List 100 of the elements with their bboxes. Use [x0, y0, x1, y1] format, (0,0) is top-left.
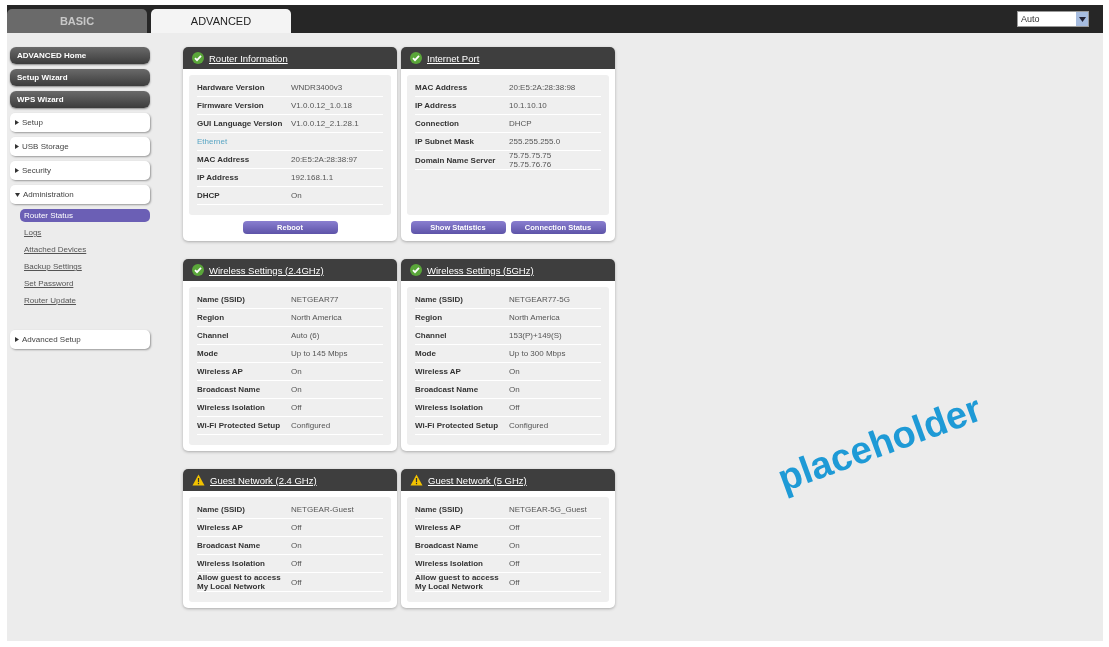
field-value: On	[509, 541, 520, 550]
caret-right-icon	[15, 337, 19, 342]
field-label: GUI Language Version	[197, 119, 284, 128]
field-label: Connection	[415, 119, 460, 128]
section-label: Security	[22, 166, 51, 175]
caret-down-icon	[15, 192, 20, 197]
field-label: IP Subnet Mask	[415, 137, 475, 146]
field-value: Auto (6)	[291, 331, 320, 340]
field-value: Off	[291, 559, 302, 568]
field-value: Configured	[509, 421, 549, 430]
menu-button[interactable]: ADVANCED Home	[10, 47, 150, 64]
field-value: 75.75.75.75 75.75.76.76	[509, 151, 552, 169]
section-label: Advanced Setup	[22, 335, 81, 344]
language-select[interactable]: Auto	[1017, 11, 1089, 27]
field-value: DHCP	[509, 119, 532, 128]
field-value: V1.0.0.12_2.1.28.1	[291, 119, 359, 128]
submenu-link[interactable]: Router Status	[20, 209, 150, 222]
menu-button[interactable]: WPS Wizard	[10, 91, 150, 108]
field-value: North America	[291, 313, 342, 322]
section-label: USB Storage	[22, 142, 69, 151]
field-label: Channel	[415, 331, 448, 340]
field-value: 20:E5:2A:28:38:98	[509, 83, 576, 92]
field-value: 10.1.10.10	[509, 101, 547, 110]
field-label: Domain Name Server	[415, 155, 497, 165]
field-value: On	[291, 385, 302, 394]
field-label: Broadcast Name	[415, 541, 480, 550]
field-label: Wireless Isolation	[197, 559, 266, 568]
field-label: Wireless Isolation	[197, 403, 266, 412]
field-label: IP Address	[415, 101, 458, 110]
field-value: NETGEAR77	[291, 295, 339, 304]
field-label: Name (SSID)	[415, 295, 464, 304]
field-value: 153(P)+149(S)	[509, 331, 562, 340]
field-label: DHCP	[197, 191, 221, 200]
field-label: Wireless AP	[415, 367, 462, 376]
menu-section[interactable]: Advanced Setup	[10, 330, 150, 349]
menu-button[interactable]: Setup Wizard	[10, 69, 150, 86]
submenu-link[interactable]: Set Password	[20, 277, 150, 290]
field-label: Wi-Fi Protected Setup	[197, 421, 282, 430]
field-value: Off	[509, 577, 520, 587]
card-title[interactable]: Wireless Settings (5GHz)	[427, 264, 534, 276]
field-label: MAC Address	[197, 155, 251, 164]
field-label: Wireless Isolation	[415, 403, 484, 412]
field-label: Mode	[415, 349, 437, 358]
menu-section[interactable]: Administration	[10, 185, 150, 204]
field-label: Firmware Version	[197, 101, 265, 110]
field-label: Name (SSID)	[415, 505, 464, 514]
field-label: IP Address	[197, 173, 240, 182]
submenu-link[interactable]: Router Update	[20, 294, 150, 307]
field-label: Broadcast Name	[197, 541, 262, 550]
field-value: Off	[509, 403, 520, 412]
section-heading: Ethernet	[197, 133, 383, 151]
field-value: On	[291, 191, 302, 200]
menu-section[interactable]: Setup	[10, 113, 150, 132]
field-label: Channel	[197, 331, 230, 340]
field-value: NETGEAR-5G_Guest	[509, 505, 587, 514]
field-label: Wireless Isolation	[415, 559, 484, 568]
submenu-link[interactable]: Logs	[20, 226, 150, 239]
field-value: On	[291, 541, 302, 550]
card-title[interactable]: Router Information	[209, 52, 288, 64]
field-label: Wi-Fi Protected Setup	[415, 421, 500, 430]
caret-right-icon	[15, 120, 19, 125]
field-label: Hardware Version	[197, 83, 266, 92]
field-value: Off	[509, 523, 520, 532]
field-label: Wireless AP	[197, 367, 244, 376]
menu-section[interactable]: USB Storage	[10, 137, 150, 156]
field-value: 20:E5:2A:28:38:97	[291, 155, 358, 164]
field-label: Name (SSID)	[197, 295, 246, 304]
field-value: Configured	[291, 421, 331, 430]
submenu-link[interactable]: Backup Settings	[20, 260, 150, 273]
field-value: Off	[291, 523, 302, 532]
field-label: Allow guest to access My Local Network	[197, 573, 282, 591]
card-title[interactable]: Guest Network (2.4 GHz)	[210, 474, 317, 486]
field-label: Wireless AP	[415, 523, 462, 532]
submenu-link[interactable]: Attached Devices	[20, 243, 150, 256]
card-title[interactable]: Guest Network (5 GHz)	[428, 474, 527, 486]
field-label: Name (SSID)	[197, 505, 246, 514]
field-value: NETGEAR77-5G	[509, 295, 570, 304]
field-label: Mode	[197, 349, 219, 358]
field-value: Off	[291, 403, 302, 412]
field-value: V1.0.0.12_1.0.18	[291, 101, 352, 110]
tab[interactable]: ADVANCED	[151, 9, 291, 33]
field-value: Up to 300 Mbps	[509, 349, 566, 358]
field-label: Region	[197, 313, 226, 322]
field-value: Off	[509, 559, 520, 568]
field-value: On	[509, 367, 520, 376]
field-label: Wireless AP	[197, 523, 244, 532]
menu-section[interactable]: Security	[10, 161, 150, 180]
field-label: MAC Address	[415, 83, 469, 92]
caret-right-icon	[15, 168, 19, 173]
dropdown-arrow-icon	[1078, 16, 1086, 22]
field-label: Broadcast Name	[197, 385, 262, 394]
field-value: North America	[509, 313, 560, 322]
field-value: On	[291, 367, 302, 376]
field-label: Broadcast Name	[415, 385, 480, 394]
field-value: 255.255.255.0	[509, 137, 561, 146]
field-value: Off	[291, 577, 302, 587]
section-label: Setup	[22, 118, 43, 127]
card-title[interactable]: Internet Port	[427, 52, 480, 64]
field-value: 192.168.1.1	[291, 173, 334, 182]
card-title[interactable]: Wireless Settings (2.4GHz)	[209, 264, 324, 276]
